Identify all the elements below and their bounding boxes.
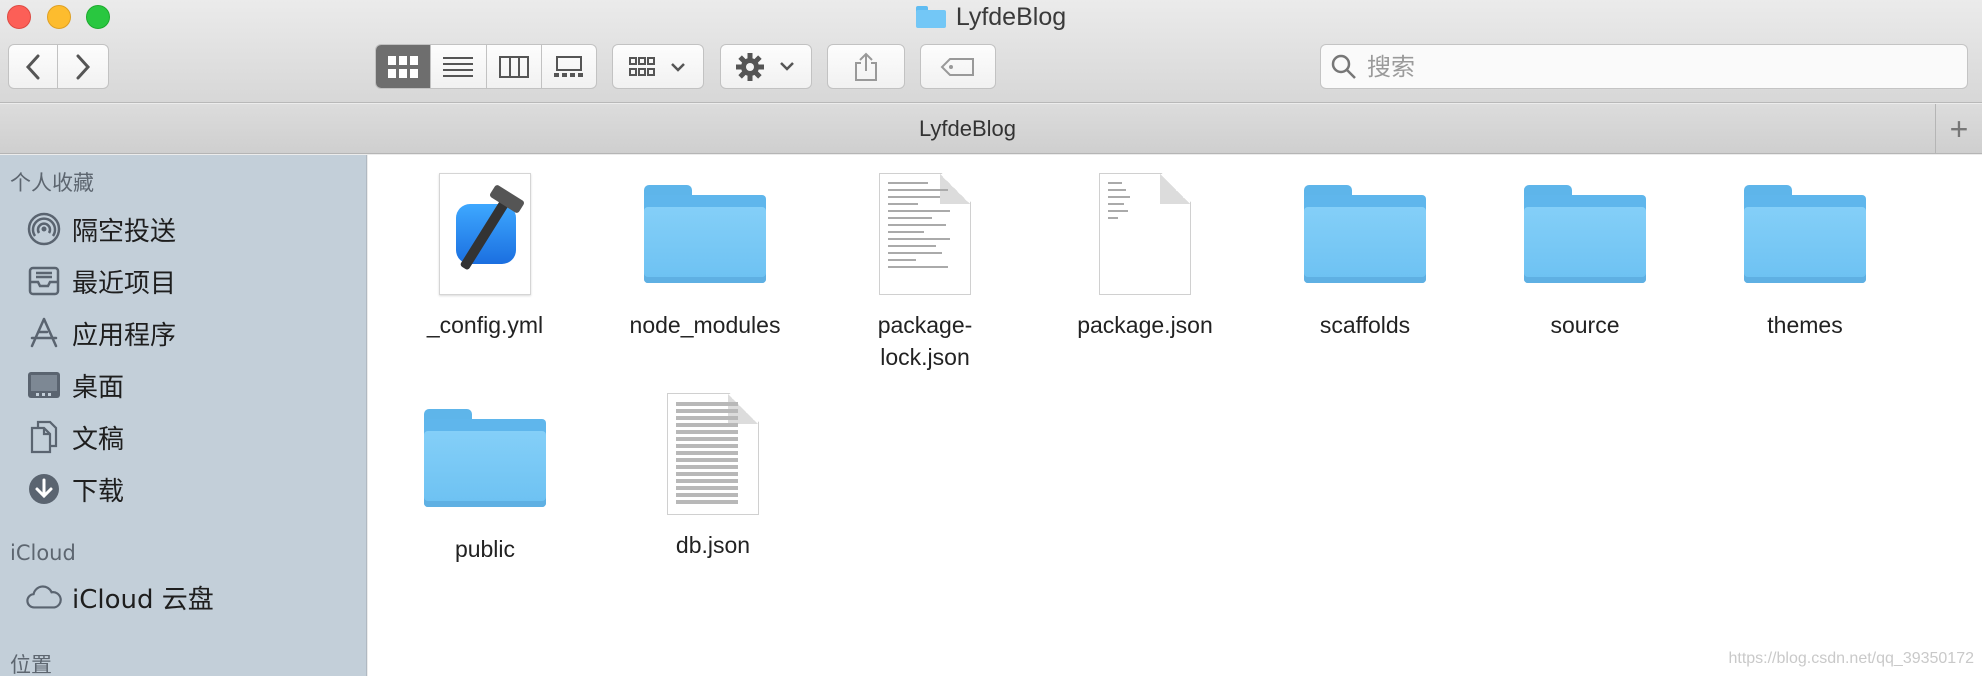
group-by-button[interactable] <box>612 44 704 89</box>
desktop-icon <box>26 367 62 403</box>
sidebar: 个人收藏 隔空投送 最近项目 应用程序 桌面 文稿 下载 iCloud iClo… <box>0 155 367 676</box>
json-document-icon <box>879 173 971 295</box>
folder-item[interactable]: scaffolds <box>1270 169 1460 341</box>
sidebar-item-desktop[interactable]: 桌面 <box>26 363 356 407</box>
path-bar: LyfdeBlog + <box>0 104 1982 154</box>
file-name: source <box>1550 312 1620 338</box>
file-name: public <box>454 536 516 562</box>
watermark: https://blog.csdn.net/qq_39350172 <box>1728 650 1974 667</box>
documents-icon <box>26 419 62 455</box>
tag-icon <box>940 57 974 76</box>
view-mode-selector <box>375 44 597 89</box>
sidebar-item-label: iCloud 云盘 <box>72 584 214 615</box>
file-name: scaffolds <box>1319 312 1411 338</box>
recents-icon <box>26 263 62 299</box>
json-document-icon <box>1099 173 1191 295</box>
file-name: db.json <box>675 532 751 558</box>
file-item[interactable]: _config.yml <box>390 169 580 341</box>
share-button[interactable] <box>827 44 905 89</box>
action-menu-button[interactable] <box>720 44 812 89</box>
new-tab-button[interactable]: + <box>1935 104 1982 154</box>
file-name: _config.yml <box>426 312 544 338</box>
folder-icon <box>1524 185 1646 283</box>
search-icon <box>1331 54 1356 79</box>
gallery-icon <box>553 55 583 77</box>
sidebar-item-documents[interactable]: 文稿 <box>26 415 356 459</box>
folder-item[interactable]: themes <box>1710 169 1900 341</box>
folder-item[interactable]: public <box>390 393 580 565</box>
file-grid: _config.yml node_modules package- lock.j… <box>368 155 1982 676</box>
sidebar-item-label: 最近项目 <box>72 268 177 299</box>
gear-icon <box>736 52 794 81</box>
window-title: LyfdeBlog <box>0 2 1982 32</box>
sidebar-item-airdrop[interactable]: 隔空投送 <box>26 207 356 251</box>
file-name: node_modules <box>629 312 781 338</box>
json-document-icon <box>667 393 759 515</box>
back-button[interactable] <box>8 44 58 89</box>
favorites-section-title: 个人收藏 <box>10 171 94 195</box>
sidebar-item-label: 应用程序 <box>72 320 177 351</box>
path-bar-title: LyfdeBlog <box>918 116 1017 141</box>
sidebar-item-label: 文稿 <box>72 424 125 455</box>
columns-icon <box>498 55 529 78</box>
sidebar-item-applications[interactable]: 应用程序 <box>26 311 356 355</box>
sidebar-item-label: 桌面 <box>72 372 125 403</box>
tags-button[interactable] <box>920 44 996 89</box>
file-item[interactable]: package- lock.json <box>830 169 1020 373</box>
icloud-icon <box>26 579 62 615</box>
folder-item[interactable]: source <box>1490 169 1680 341</box>
share-icon <box>855 52 877 81</box>
file-item[interactable]: db.json <box>618 389 808 561</box>
folder-icon <box>915 6 946 28</box>
folder-icon <box>644 185 766 283</box>
search-field[interactable] <box>1320 44 1968 89</box>
group-grid-icon <box>629 56 685 76</box>
xcode-file-icon <box>439 173 531 295</box>
folder-icon <box>1304 185 1426 283</box>
sidebar-item-label: 隔空投送 <box>72 216 177 247</box>
downloads-icon <box>26 471 62 507</box>
gallery-view-button[interactable] <box>542 45 596 88</box>
chevron-right-icon <box>76 54 91 79</box>
locations-section-title: 位置 <box>10 653 52 676</box>
grid-icon <box>388 55 419 78</box>
file-name: package- lock.json <box>877 312 973 370</box>
column-view-button[interactable] <box>487 45 542 88</box>
folder-icon <box>1744 185 1866 283</box>
window-toolbar: LyfdeBlog <box>0 0 1982 103</box>
folder-icon <box>424 409 546 507</box>
forward-button[interactable] <box>57 44 109 89</box>
airdrop-icon <box>26 211 62 247</box>
sidebar-item-downloads[interactable]: 下载 <box>26 467 356 511</box>
list-icon <box>443 56 474 77</box>
sidebar-item-recents[interactable]: 最近项目 <box>26 259 356 303</box>
sidebar-item-label: 下载 <box>72 476 125 507</box>
chevron-left-icon <box>25 54 40 79</box>
file-name: package.json <box>1077 312 1213 338</box>
sidebar-item-icloud-drive[interactable]: iCloud 云盘 <box>26 575 356 619</box>
applications-icon <box>26 315 62 351</box>
window-title-text: LyfdeBlog <box>955 2 1067 31</box>
icon-view-button[interactable] <box>376 45 432 88</box>
folder-item[interactable]: node_modules <box>610 169 800 341</box>
search-input[interactable] <box>1367 52 1927 81</box>
file-item[interactable]: package.json <box>1050 169 1240 341</box>
file-name: themes <box>1767 312 1843 338</box>
icloud-section-title: iCloud <box>10 541 76 565</box>
list-view-button[interactable] <box>431 45 487 88</box>
